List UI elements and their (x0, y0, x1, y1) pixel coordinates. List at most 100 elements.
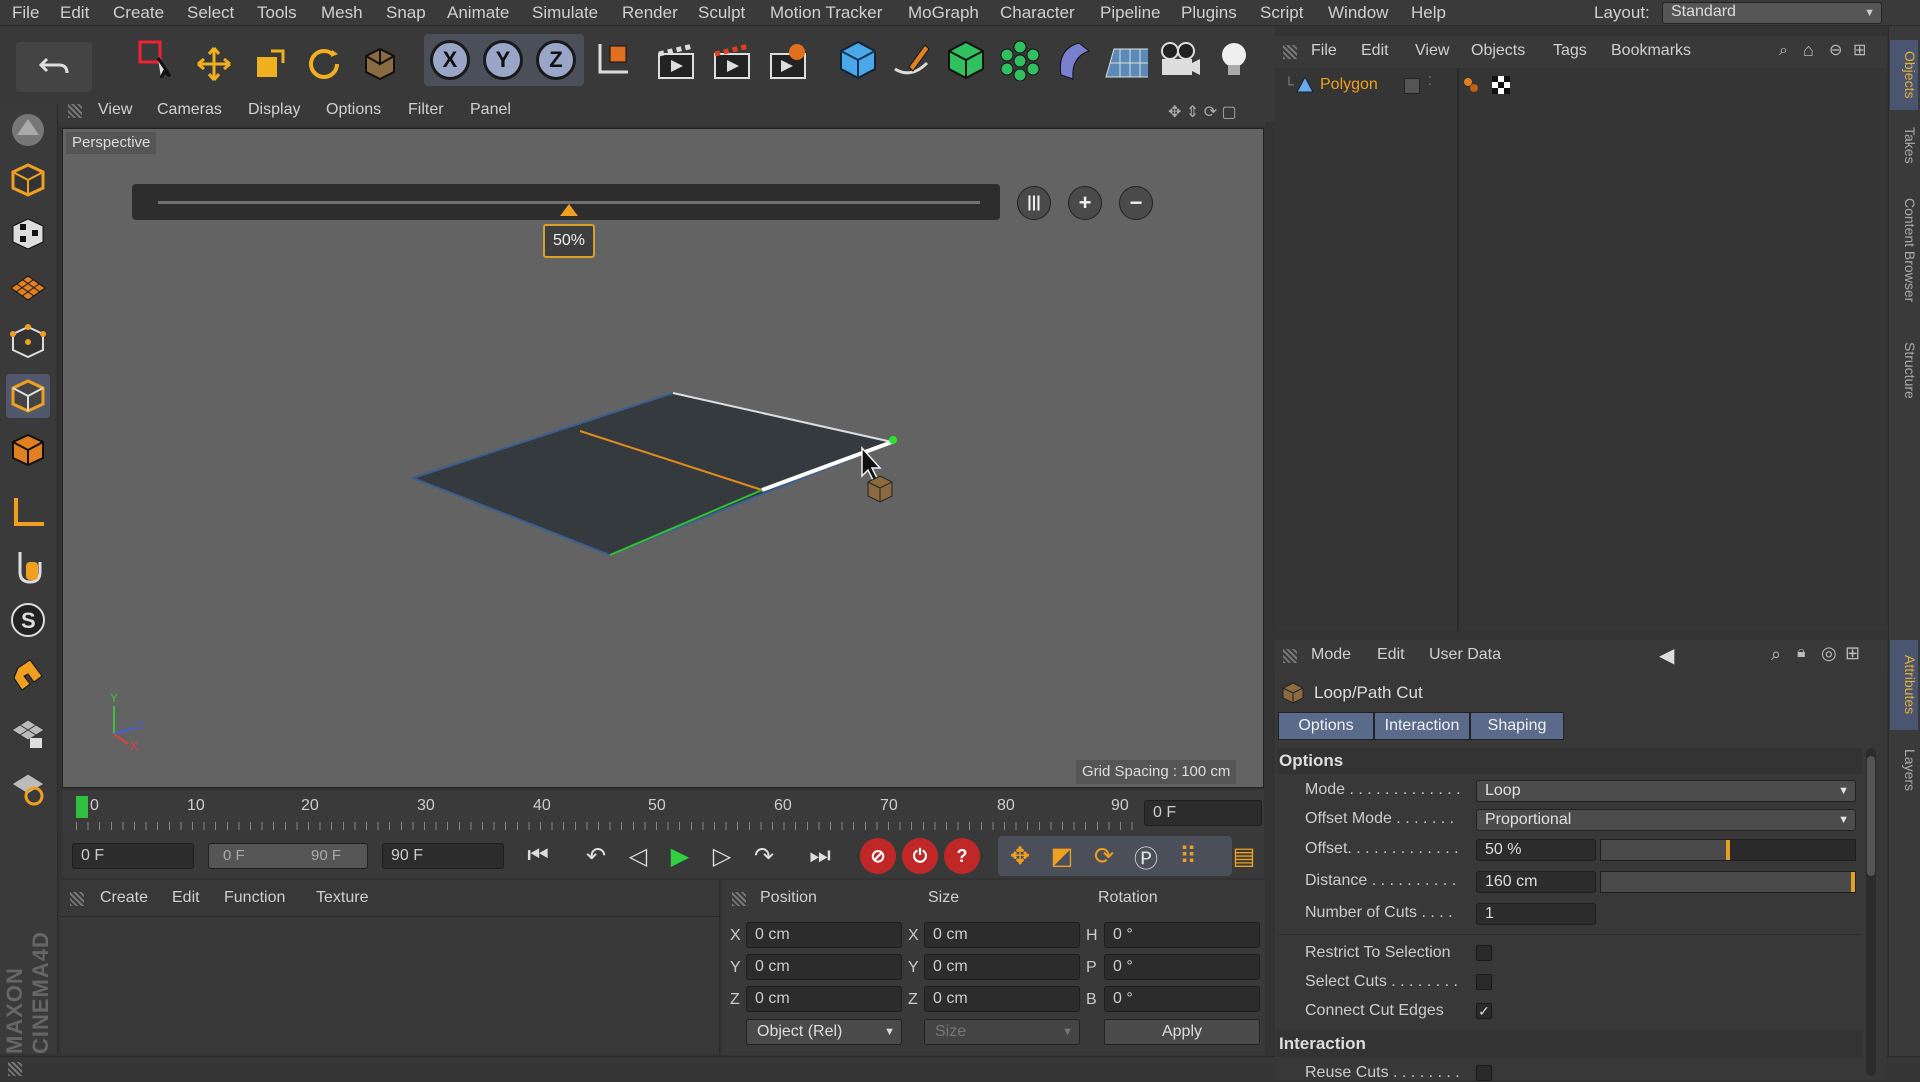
menu-sculpt[interactable]: Sculpt (698, 3, 745, 23)
axis-mode-button[interactable] (6, 490, 50, 534)
previous-key-button[interactable]: ↶ (578, 838, 614, 874)
polygon-plane[interactable] (410, 391, 896, 557)
next-frame-button[interactable]: ▷ (704, 838, 740, 874)
attr-menu-edit[interactable]: Edit (1377, 646, 1405, 664)
object-menu-tags[interactable]: Tags (1553, 42, 1587, 60)
add-floor-button[interactable] (1104, 38, 1148, 82)
search-icon[interactable]: ⌕ (1779, 42, 1788, 60)
record-button[interactable]: ⊘ (860, 838, 896, 874)
material-menu-create[interactable]: Create (100, 889, 148, 907)
tab-shaping[interactable]: Shaping (1470, 712, 1564, 740)
viewport-menu-filter[interactable]: Filter (408, 101, 444, 119)
side-tab-layers[interactable]: Layers (1890, 740, 1918, 800)
position-y-field[interactable]: 0 cm (746, 954, 902, 980)
coordinate-system-button[interactable] (590, 36, 634, 80)
make-editable-button[interactable] (6, 108, 50, 152)
magnet-button[interactable] (6, 652, 50, 696)
menu-mesh[interactable]: Mesh (321, 3, 363, 23)
menu-character[interactable]: Character (1000, 3, 1075, 23)
object-name[interactable]: Polygon (1320, 76, 1378, 94)
menu-render[interactable]: Render (622, 3, 678, 23)
new-panel-icon[interactable]: ⊞ (1845, 643, 1860, 664)
add-light-button[interactable] (1212, 38, 1256, 82)
panel-grip[interactable] (732, 892, 746, 906)
recent-tool-button[interactable] (358, 42, 402, 86)
search-icon[interactable]: ⌕ (1771, 644, 1781, 665)
autokey-button[interactable]: ⏻ (902, 838, 938, 874)
material-menu-edit[interactable]: Edit (172, 889, 200, 907)
menu-select[interactable]: Select (187, 3, 234, 23)
offset-slider[interactable] (1600, 839, 1856, 861)
previous-frame-button[interactable]: ◁ (620, 838, 656, 874)
tweak-mode-button[interactable] (6, 544, 50, 588)
side-tab-structure[interactable]: Structure (1890, 330, 1918, 410)
workplane-lock-button[interactable] (6, 766, 50, 810)
live-selection-button[interactable] (134, 36, 178, 80)
uvw-tag-icon[interactable] (1492, 76, 1510, 94)
object-menu-view[interactable]: View (1415, 42, 1449, 60)
mode-select[interactable]: Loop ▼ (1476, 780, 1856, 802)
viewport-menu-view[interactable]: View (98, 101, 132, 119)
menu-pipeline[interactable]: Pipeline (1100, 3, 1161, 23)
x-axis-button[interactable]: X (430, 40, 470, 80)
tab-options[interactable]: Options (1278, 712, 1374, 740)
menu-tools[interactable]: Tools (257, 3, 297, 23)
snap-button[interactable]: S (6, 598, 50, 642)
key-pla-button[interactable]: ⠿ (1170, 838, 1206, 874)
side-tab-objects[interactable]: Objects (1890, 40, 1918, 110)
lock-icon[interactable]: 🔒︎ (1797, 644, 1806, 662)
move-button[interactable] (192, 42, 236, 86)
layout-select[interactable]: Standard ▼ (1662, 2, 1882, 24)
go-to-end-button[interactable]: ⏭ (802, 838, 838, 874)
texture-mode-button[interactable] (6, 212, 50, 256)
size-y-field[interactable]: 0 cm (924, 954, 1080, 980)
play-button[interactable]: ▶ (662, 838, 698, 874)
side-tab-takes[interactable]: Takes (1890, 120, 1918, 170)
rotation-b-field[interactable]: 0 ° (1104, 986, 1260, 1012)
object-menu-objects[interactable]: Objects (1471, 42, 1525, 60)
next-key-button[interactable]: ↷ (746, 838, 782, 874)
key-parameter-button[interactable]: Ⓟ (1128, 838, 1164, 874)
phong-tag-icon[interactable] (1462, 76, 1480, 94)
size-x-field[interactable]: 0 cm (924, 922, 1080, 948)
menu-plugins[interactable]: Plugins (1181, 3, 1237, 23)
panel-grip[interactable] (68, 104, 82, 118)
render-view-button[interactable] (654, 40, 698, 84)
menu-create[interactable]: Create (113, 3, 164, 23)
position-x-field[interactable]: 0 cm (746, 922, 902, 948)
key-position-button[interactable]: ✥ (1002, 838, 1038, 874)
restrict-to-selection-checkbox[interactable] (1476, 945, 1492, 961)
current-frame-field[interactable]: 0 F (1144, 800, 1262, 826)
object-menu-file[interactable]: File (1311, 42, 1337, 60)
render-to-picture-viewer-button[interactable] (710, 40, 754, 84)
y-axis-button[interactable]: Y (483, 40, 523, 80)
size-z-field[interactable]: 0 cm (924, 986, 1080, 1012)
polygons-mode-button[interactable] (6, 428, 50, 472)
add-cube-button[interactable] (836, 38, 880, 82)
tab-interaction[interactable]: Interaction (1374, 712, 1470, 740)
position-z-field[interactable]: 0 cm (746, 986, 902, 1012)
home-icon[interactable]: ⌂ (1803, 40, 1814, 61)
panel-grip[interactable] (1283, 649, 1297, 663)
frame-range-slider[interactable]: 0 F 90 F (208, 843, 368, 869)
add-camera-button[interactable] (1158, 38, 1202, 82)
attr-menu-mode[interactable]: Mode (1311, 646, 1351, 664)
playhead[interactable] (76, 796, 88, 818)
menu-script[interactable]: Script (1260, 3, 1303, 23)
visibility-dots-icon[interactable]: ⁚ (1428, 74, 1432, 88)
menu-motion-tracker[interactable]: Motion Tracker (770, 3, 882, 23)
viewport-menu-display[interactable]: Display (248, 101, 300, 119)
material-menu-function[interactable]: Function (224, 889, 285, 907)
size-mode-select[interactable]: Size ▼ (924, 1019, 1080, 1045)
viewport-menu-options[interactable]: Options (326, 101, 381, 119)
distance-slider-handle[interactable] (1851, 872, 1855, 892)
add-array-button[interactable] (998, 38, 1042, 82)
offset-slider-handle[interactable] (1726, 840, 1730, 860)
key-scale-button[interactable]: ◩ (1044, 838, 1080, 874)
menu-snap[interactable]: Snap (386, 3, 426, 23)
viewport-menu-panel[interactable]: Panel (470, 101, 511, 119)
timeline-window-button[interactable]: ▤ (1226, 838, 1262, 874)
rotation-h-field[interactable]: 0 ° (1104, 922, 1260, 948)
new-panel-icon[interactable]: ⊞ (1853, 40, 1866, 60)
menu-window[interactable]: Window (1328, 3, 1388, 23)
